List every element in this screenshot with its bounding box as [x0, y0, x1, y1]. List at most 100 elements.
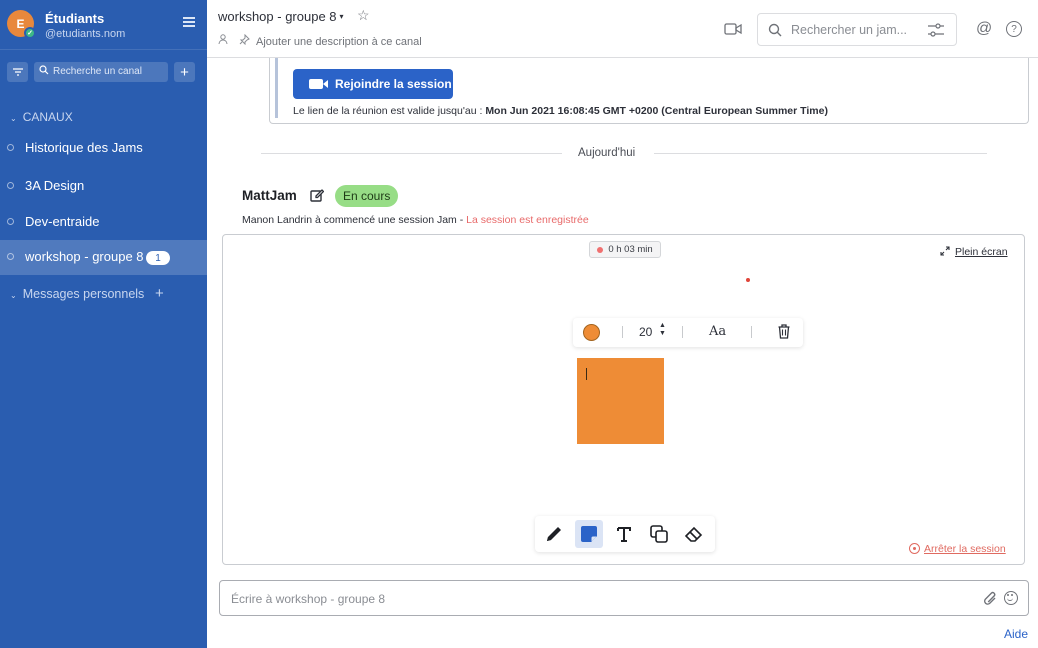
team-avatar[interactable]: E ✓ [7, 10, 36, 39]
channels-section-header[interactable]: ⌄ CANAUX [10, 110, 73, 124]
sidebar-item-historique-des-jams[interactable]: Historique des Jams [0, 131, 207, 165]
team-header[interactable]: E ✓ Étudiants @etudiants.nom [0, 0, 207, 50]
sidebar-item-3a-design[interactable]: 3A Design [0, 169, 207, 203]
channel-search-placeholder: Recherche un canal [53, 66, 142, 77]
divider [682, 326, 683, 338]
fullscreen-button[interactable]: Plein écran [940, 245, 1008, 258]
filter-button[interactable] [7, 62, 28, 82]
shapes-tool[interactable] [645, 520, 673, 548]
jam-board[interactable]: 0 h 03 min Plein écran 20 ▲ ▼ Aa Arrêter… [222, 234, 1025, 565]
date-separator-label: Aujourd'hui [578, 147, 636, 159]
channels-section-label: CANAUX [22, 110, 73, 124]
post-author[interactable]: MattJam [242, 188, 297, 203]
add-channel-button[interactable]: + [174, 62, 195, 82]
online-status-icon: ✓ [24, 27, 36, 39]
stop-icon [909, 543, 920, 554]
dm-section-header[interactable]: ⌄ Messages personnels [10, 287, 144, 301]
add-dm-button[interactable]: + [155, 285, 164, 302]
eraser-tool[interactable] [680, 520, 708, 548]
channel-icon [7, 218, 14, 225]
channel-title-text: workshop - groupe 8 [218, 9, 337, 24]
chevron-down-icon: ▾ [339, 12, 344, 21]
stop-session-button[interactable]: Arrêter la session [909, 541, 1006, 555]
channel-title[interactable]: workshop - groupe 8 ▾ [218, 9, 344, 24]
star-icon[interactable]: ☆ [357, 7, 370, 24]
menu-icon[interactable] [183, 17, 195, 27]
pin-icon[interactable] [239, 33, 250, 46]
sidebar-item-label: Dev-entraide [25, 214, 100, 229]
pencil-tool[interactable] [540, 520, 568, 548]
sidebar: E ✓ Étudiants @etudiants.nom Recherche u… [0, 0, 207, 648]
color-picker-button[interactable] [583, 324, 600, 341]
sidebar-item-label: workshop - groupe 8 [25, 249, 144, 264]
help-link[interactable]: Aide [1004, 627, 1028, 641]
team-initial: E [16, 16, 25, 31]
status-badge: En cours [335, 185, 399, 207]
channel-icon [7, 253, 14, 260]
team-name[interactable]: Étudiants [45, 11, 104, 26]
mentions-icon[interactable]: @ [976, 20, 992, 38]
channel-header: workshop - groupe 8 ▾ ☆ Ajouter une descr… [207, 0, 1038, 58]
sticky-note-icon [581, 526, 597, 542]
sticky-toolbar: 20 ▲ ▼ Aa [573, 318, 803, 347]
message-input[interactable]: Écrire à workshop - groupe 8 [219, 580, 1029, 616]
divider [654, 153, 987, 154]
font-size-stepper[interactable]: ▲ ▼ [659, 322, 666, 338]
sidebar-item-label: Historique des Jams [25, 140, 143, 155]
validity-prefix: Le lien de la réunion est valide jusqu'a… [293, 105, 486, 117]
font-button[interactable]: Aa [709, 324, 726, 339]
search-options-icon[interactable] [928, 23, 944, 37]
date-separator: Aujourd'hui [261, 146, 987, 162]
divider [751, 326, 752, 338]
drawing-toolbar [535, 516, 715, 552]
channel-search-input[interactable]: Recherche un canal [34, 62, 168, 82]
dm-section-label: Messages personnels [22, 287, 145, 301]
channel-icon [7, 182, 14, 189]
post-text-body: Manon Landrin à commencé une session Jam… [242, 214, 467, 226]
sticky-note[interactable] [577, 358, 664, 444]
help-icon[interactable]: ? [1006, 21, 1022, 37]
channel-meta-icons [218, 33, 250, 48]
camera-icon [309, 79, 328, 89]
pencil-icon [547, 527, 561, 541]
expand-icon [940, 246, 950, 256]
font-size-value[interactable]: 20 [639, 325, 652, 339]
post-text: Manon Landrin à commencé une session Jam… [242, 214, 589, 226]
message-placeholder: Écrire à workshop - groupe 8 [231, 592, 386, 606]
search-input[interactable]: Rechercher un jam... [757, 13, 957, 46]
recording-notice: La session est enregistrée [466, 214, 589, 226]
video-call-icon[interactable] [724, 22, 742, 36]
meeting-validity: Le lien de la réunion est valide jusqu'a… [293, 105, 828, 117]
chevron-down-icon: ⌄ [10, 291, 17, 300]
member-icon[interactable] [218, 34, 228, 45]
text-icon [617, 527, 631, 542]
emoji-icon[interactable] [1004, 591, 1018, 605]
divider [261, 153, 562, 154]
card-accent [275, 58, 278, 118]
divider [622, 326, 623, 338]
search-icon [39, 65, 49, 75]
timer-text: 0 h 03 min [608, 244, 653, 255]
join-session-label: Rejoindre la session [335, 77, 452, 91]
sidebar-item-label: 3A Design [25, 178, 85, 193]
recording-dot-icon [597, 246, 604, 253]
sidebar-item-dev-entraide[interactable]: Dev-entraide [0, 205, 207, 239]
divider [0, 49, 207, 50]
session-timer: 0 h 03 min [589, 241, 661, 258]
join-session-button[interactable]: Rejoindre la session [293, 69, 453, 99]
team-handle: @etudiants.nom [45, 28, 126, 40]
meeting-card: Rejoindre la session Le lien de la réuni… [269, 58, 1029, 124]
text-tool[interactable] [610, 520, 638, 548]
sticky-note-tool[interactable] [575, 520, 603, 548]
add-description-link[interactable]: Ajouter une description à ce canal [256, 36, 422, 48]
cursor-dot [746, 278, 750, 282]
trash-icon[interactable] [778, 324, 790, 339]
edit-icon[interactable] [310, 188, 324, 202]
sidebar-item-workshop-groupe-8[interactable]: workshop - groupe 8 1 [0, 240, 207, 275]
text-caret [586, 368, 587, 380]
fullscreen-label: Plein écran [955, 246, 1008, 258]
eraser-icon [685, 526, 703, 542]
chevron-down-icon: ⌄ [10, 114, 17, 123]
attachment-icon[interactable] [983, 590, 998, 607]
search-icon [768, 23, 782, 37]
